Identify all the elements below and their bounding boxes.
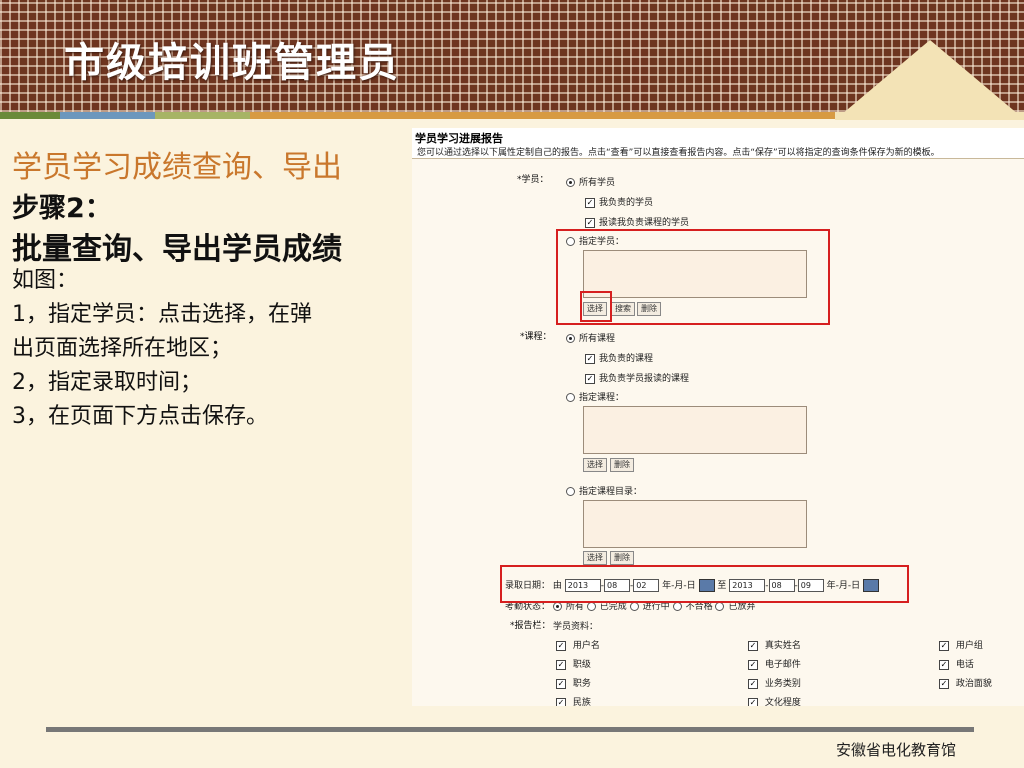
- check-icon: ✓: [585, 373, 595, 384]
- radio-icon[interactable]: [629, 602, 639, 611]
- checkbox-my-students[interactable]: ✓ 我负责的学员: [585, 195, 653, 208]
- radio-icon: [566, 393, 575, 402]
- report-screenshot: 学员学习进展报告 您可以通过选择以下属性定制自己的报告。点击“查看”可以直接查看…: [412, 128, 1024, 706]
- check-icon: ✓: [556, 659, 566, 670]
- radio-icon[interactable]: [552, 602, 562, 611]
- check-icon: ✓: [585, 217, 595, 228]
- check-icon: ✓: [939, 640, 949, 651]
- field-rank[interactable]: ✓ 职级: [556, 657, 591, 670]
- roof-decoration: [835, 40, 1024, 120]
- report-description: 您可以通过选择以下属性定制自己的报告。点击“查看”可以直接查看报告内容。点击“保…: [417, 148, 940, 158]
- radio-all-students[interactable]: 所有学员: [566, 175, 615, 188]
- report-title: 学员学习进展报告: [415, 132, 503, 145]
- radio-icon: [566, 334, 575, 343]
- radio-icon[interactable]: [586, 602, 596, 611]
- highlight-select-button: [580, 291, 612, 322]
- radio-specify-catalog[interactable]: 指定课程目录：: [566, 484, 642, 497]
- left-heading: 学员学习成绩查询、导出: [12, 150, 342, 185]
- roof-base-decoration: [835, 112, 1024, 120]
- select-course-button[interactable]: 选择: [583, 458, 607, 472]
- report-label: *报告栏：: [510, 621, 551, 631]
- body-line-1: 1，指定学员：点击选择，在弹: [12, 302, 312, 327]
- slide-title: 市级培训班管理员: [64, 40, 400, 86]
- field-usergroup[interactable]: ✓ 用户组: [939, 638, 983, 651]
- field-ethnicity[interactable]: ✓ 民族: [556, 695, 591, 706]
- check-icon: ✓: [939, 659, 949, 670]
- report-header: 学员学习进展报告 您可以通过选择以下属性定制自己的报告。点击“查看”可以直接查看…: [412, 128, 1024, 159]
- field-position[interactable]: ✓ 职务: [556, 676, 591, 689]
- stripe-green: [0, 112, 60, 119]
- field-phone[interactable]: ✓ 电话: [939, 657, 974, 670]
- radio-icon[interactable]: [672, 602, 682, 611]
- field-business-type[interactable]: ✓ 业务类别: [748, 676, 801, 689]
- check-icon: ✓: [748, 697, 758, 706]
- check-icon: ✓: [748, 640, 758, 651]
- radio-icon: [566, 178, 575, 187]
- check-icon: ✓: [585, 353, 595, 364]
- field-username[interactable]: ✓ 用户名: [556, 638, 600, 651]
- status-label: 考勤状态：: [505, 602, 551, 612]
- field-education[interactable]: ✓ 文化程度: [748, 695, 801, 706]
- check-icon: ✓: [748, 678, 758, 689]
- check-icon: ✓: [748, 659, 758, 670]
- footer-text: 安徽省电化教育馆: [836, 741, 957, 759]
- left-subheading: 批量查询、导出学员成绩: [12, 232, 342, 267]
- course-label: *课程：: [520, 332, 552, 342]
- checkbox-my-courses[interactable]: ✓ 我负责的课程: [585, 351, 653, 364]
- field-email[interactable]: ✓ 电子邮件: [748, 657, 801, 670]
- check-icon: ✓: [585, 197, 595, 208]
- student-label: *学员：: [517, 175, 549, 185]
- body-line-4: 3，在页面下方点击保存。: [12, 404, 268, 429]
- delete-course-button[interactable]: 删除: [610, 458, 634, 472]
- body-line-0: 如图：: [12, 268, 79, 293]
- checkbox-enrolled-students[interactable]: ✓ 报读我负责课程的学员: [585, 215, 689, 228]
- stripe-orange: [250, 112, 835, 119]
- radio-icon: [566, 487, 575, 496]
- delete-catalog-button[interactable]: 删除: [610, 551, 634, 565]
- check-icon: ✓: [556, 678, 566, 689]
- radio-icon[interactable]: [715, 602, 725, 611]
- radio-all-courses[interactable]: 所有课程: [566, 331, 615, 344]
- select-catalog-button[interactable]: 选择: [583, 551, 607, 565]
- check-icon: ✓: [556, 697, 566, 706]
- bottom-bar: [46, 727, 974, 732]
- body-line-2: 出页面选择所在地区；: [12, 336, 233, 361]
- highlight-date-row: [500, 565, 909, 603]
- radio-specify-course[interactable]: 指定课程：: [566, 390, 624, 403]
- check-icon: ✓: [556, 640, 566, 651]
- step-label: 步骤2：: [12, 193, 112, 224]
- field-realname[interactable]: ✓ 真实姓名: [748, 638, 801, 651]
- check-icon: ✓: [939, 678, 949, 689]
- course-list-box[interactable]: [583, 406, 807, 454]
- checkbox-student-courses[interactable]: ✓ 我负责学员报读的课程: [585, 371, 689, 384]
- body-line-3: 2，指定录取时间；: [12, 370, 202, 395]
- stripe-olive: [155, 112, 250, 119]
- catalog-list-box[interactable]: [583, 500, 807, 548]
- profile-label: 学员资料：: [553, 622, 599, 632]
- stripe-blue: [60, 112, 155, 119]
- field-political[interactable]: ✓ 政治面貌: [939, 676, 992, 689]
